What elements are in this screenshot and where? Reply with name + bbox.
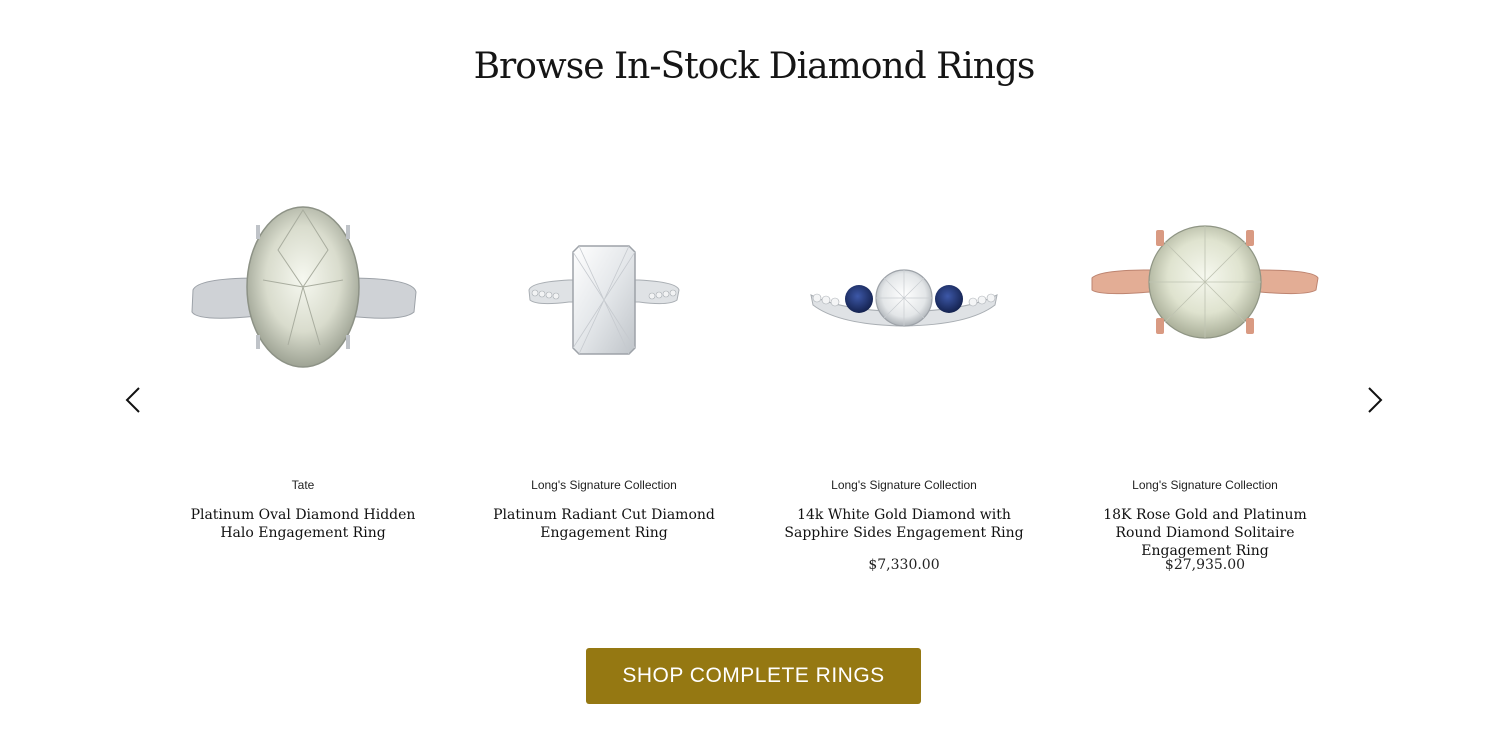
product-brand: Long's Signature Collection [1132,478,1278,492]
product-brand: Long's Signature Collection [531,478,677,492]
carousel-next-button[interactable] [1360,382,1390,418]
product-brand: Tate [291,478,315,492]
product-name[interactable]: Platinum Radiant Cut Diamond Engagement … [479,506,729,542]
product-name[interactable]: Platinum Oval Diamond Hidden Halo Engage… [178,506,428,542]
product-image[interactable] [1070,130,1340,450]
chevron-right-icon [1368,387,1383,413]
product-card[interactable]: Long's Signature Collection Platinum Rad… [469,130,739,541]
product-price: $27,935.00 [1164,557,1246,573]
carousel-prev-button[interactable] [118,382,148,418]
product-card[interactable]: Tate Platinum Oval Diamond Hidden Halo E… [168,130,438,541]
shop-complete-rings-button[interactable]: SHOP COMPLETE RINGS [586,648,921,704]
product-image[interactable] [168,130,438,450]
section-title: Browse In-Stock Diamond Rings [473,46,1036,87]
product-price: $7,330.00 [868,557,940,573]
chevron-left-icon [125,387,140,413]
product-brand: Long's Signature Collection [831,478,977,492]
product-card[interactable]: Long's Signature Collection 14k White Go… [769,130,1039,573]
product-name[interactable]: 14k White Gold Diamond with Sapphire Sid… [779,506,1029,542]
product-image[interactable] [469,130,739,450]
product-image[interactable] [769,130,1039,450]
product-card[interactable]: Long's Signature Collection 18K Rose Gol… [1070,130,1340,573]
product-name[interactable]: 18K Rose Gold and Platinum Round Diamond… [1080,506,1330,560]
